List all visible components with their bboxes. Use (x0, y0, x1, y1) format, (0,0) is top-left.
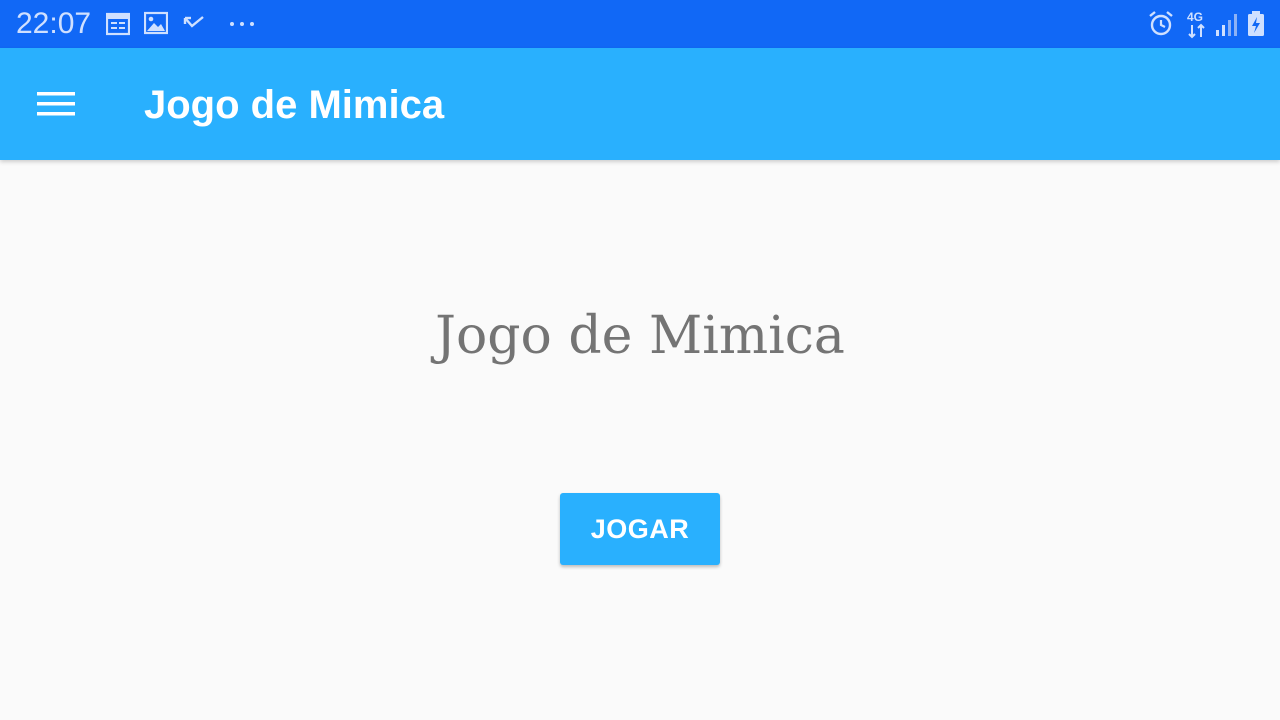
more-dots-icon (228, 10, 258, 41)
status-time: 22:07 (16, 7, 92, 40)
signal-icon (1214, 10, 1240, 43)
status-bar: 22:07 4G (0, 0, 1280, 48)
image-icon (143, 10, 169, 41)
app-bar-title: Jogo de Mimica (144, 83, 445, 127)
missed-call-icon (182, 10, 206, 41)
app-bar: Jogo de Mimica (0, 48, 1280, 160)
calendar-icon (105, 10, 131, 41)
battery-charging-icon (1246, 10, 1266, 43)
play-button[interactable]: JOGAR (560, 493, 720, 565)
hamburger-menu-icon (37, 92, 75, 116)
menu-button[interactable] (28, 76, 84, 132)
network-label: 4G (1187, 10, 1203, 24)
alarm-icon (1148, 10, 1174, 43)
network-4g-icon: 4G (1186, 9, 1208, 44)
page-title: Jogo de Mimica (435, 306, 845, 366)
